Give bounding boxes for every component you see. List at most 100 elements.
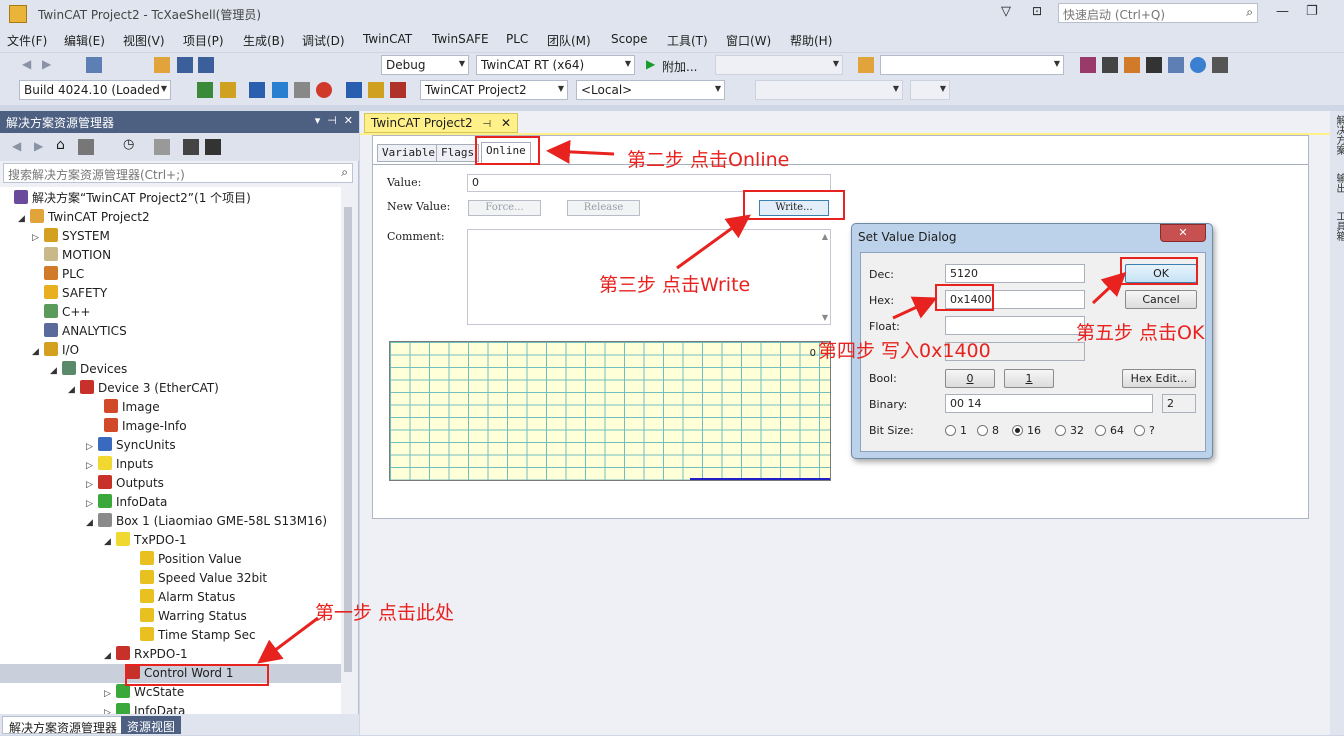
preview-icon[interactable] [205,139,221,155]
cancel-button[interactable]: Cancel [1125,290,1197,309]
target-dropdown[interactable]: <Local> ▼ [576,80,725,100]
start-icon[interactable]: ▶ [646,57,655,71]
tree-item-rxpdo1[interactable]: ◢ RxPDO-1 [104,645,188,664]
tab-resource-view[interactable]: 资源视图 [121,716,182,734]
restart-icon[interactable] [272,82,288,98]
notification-icon[interactable]: ⊡ [1032,4,1042,18]
tool-icon-5[interactable] [1168,57,1184,73]
menu-view[interactable]: 视图(V) [123,32,165,49]
tree-item-analytics[interactable]: ANALYTICS [32,322,127,341]
tree-item-cpp[interactable]: C++ [32,303,91,322]
tree-item-time-stamp[interactable]: Time Stamp Sec [140,626,256,645]
tool-icon-a[interactable] [197,82,213,98]
open-icon[interactable] [154,57,170,73]
document-tab[interactable]: TwinCAT Project2 ⊣ ✕ [364,113,519,133]
solution-search-input[interactable]: 搜索解决方案资源管理器(Ctrl+;) ⌕ [3,163,353,183]
tree-item-image-info[interactable]: Image-Info [104,417,187,436]
tree-item-speed-value[interactable]: Speed Value 32bit [140,569,267,588]
quick-launch-input[interactable]: 快速启动 (Ctrl+Q) ⌕ [1058,3,1258,23]
tool-icon-c[interactable] [368,82,384,98]
tree-item-system[interactable]: ▷ SYSTEM [32,227,110,246]
scroll-down-icon[interactable]: ▼ [822,313,828,322]
tool-icon-d[interactable] [390,82,406,98]
tree-item-box1[interactable]: ◢ Box 1 (Liaomiao GME-58L S13M16) [86,512,327,531]
menu-file[interactable]: 文件(F) [7,32,47,49]
forward-icon[interactable]: ▶ [34,139,43,153]
dock-tab-solution[interactable]: 解决方案 [1332,115,1344,155]
filter-icon[interactable]: ▽ [1001,4,1011,19]
tool-icon-6[interactable] [1190,57,1206,73]
tab-flags[interactable]: Flags [436,144,480,162]
tree-item-plc[interactable]: PLC [32,265,84,284]
bitsize-8-radio[interactable]: 8 [977,424,999,437]
tree-item-syncunits[interactable]: ▷ SyncUnits [86,436,176,455]
tree-item-warring-status[interactable]: Warring Status [140,607,247,626]
activate-config-icon[interactable] [249,82,265,98]
back-icon[interactable]: ◀ [22,57,31,71]
find-combo[interactable]: ▼ [880,55,1064,75]
collapse-icon[interactable] [154,139,170,155]
tree-item-infodata[interactable]: ▷ InfoData [86,493,167,512]
tree-item-devices[interactable]: ◢ Devices [50,360,127,379]
debug-target-dropdown[interactable]: ▼ [715,55,843,75]
tree-item-outputs[interactable]: ▷ Outputs [86,474,164,493]
menu-tools[interactable]: 工具(T) [667,32,708,49]
home-icon[interactable]: ⌂ [56,137,65,153]
float-field[interactable] [945,316,1085,335]
menu-edit[interactable]: 编辑(E) [64,32,105,49]
release-button[interactable]: Release [567,200,640,216]
dec-field[interactable]: 5120 [945,264,1085,283]
binary-field[interactable]: 00 14 [945,394,1153,413]
force-button[interactable]: Force... [468,200,541,216]
bitsize-1-radio[interactable]: 1 [945,424,967,437]
disabled-dropdown-2[interactable]: ▼ [910,80,950,100]
menu-project[interactable]: 项目(P) [183,32,224,49]
menu-plc[interactable]: PLC [506,32,528,46]
tree-item-inputs[interactable]: ▷ Inputs [86,455,153,474]
config-dropdown[interactable]: Debug ▼ [381,55,469,75]
menu-scope[interactable]: Scope [611,32,648,46]
tab-solution-explorer[interactable]: 解决方案资源管理器 [2,716,125,735]
menu-help[interactable]: 帮助(H) [790,32,832,49]
config-mode-icon[interactable] [294,82,310,98]
target-icon[interactable] [316,82,332,98]
tree-item-alarm-status[interactable]: Alarm Status [140,588,235,607]
bitsize-unknown-radio[interactable]: ? [1134,424,1155,437]
disabled-dropdown-1[interactable]: ▼ [755,80,903,100]
bitsize-16-radio[interactable]: 16 [1012,424,1041,437]
maximize-button[interactable]: ❐ [1306,4,1318,19]
tree-item-device3[interactable]: ◢ Device 3 (EtherCAT) [68,379,219,398]
hex-edit-button[interactable]: Hex Edit... [1122,369,1196,388]
bool-0-button[interactable]: 0 [945,369,995,388]
dock-tab-output[interactable]: 输出 [1332,173,1344,193]
forward-icon[interactable]: ▶ [42,57,51,71]
history-icon[interactable]: ◷ [123,137,134,152]
panel-buttons[interactable]: ▾ ⊣ ✕ [315,114,353,127]
scroll-up-icon[interactable]: ▲ [822,232,828,241]
properties-wrench-icon[interactable] [183,139,199,155]
tree-item-motion[interactable]: MOTION [32,246,111,265]
tool-icon-1[interactable] [1080,57,1096,73]
tool-icon-b[interactable] [220,82,236,98]
tree-item-position-value[interactable]: Position Value [140,550,242,569]
tree-item-project[interactable]: ◢ TwinCAT Project2 [18,208,150,227]
back-icon[interactable]: ◀ [12,139,21,153]
find-icon[interactable] [858,57,874,73]
bitsize-64-radio[interactable]: 64 [1095,424,1124,437]
menu-build[interactable]: 生成(B) [243,32,285,49]
dock-tab-toolbox[interactable]: 工具箱 [1332,211,1344,241]
menu-team[interactable]: 团队(M) [547,32,591,49]
attach-button[interactable]: 附加... [662,58,697,75]
menu-twincat[interactable]: TwinCAT [363,32,412,46]
tool-icon-3[interactable] [1124,57,1140,73]
tree-item-image[interactable]: Image [104,398,160,417]
new-project-icon[interactable] [86,57,102,73]
tree-item-txpdo1[interactable]: ◢ TxPDO-1 [104,531,187,550]
tree-scrollbar[interactable] [341,187,355,715]
save-all-icon[interactable] [198,57,214,73]
dialog-close-button[interactable]: ✕ [1160,224,1206,242]
project-dropdown[interactable]: TwinCAT Project2 ▼ [420,80,568,100]
pin-icon[interactable]: ⊣ [482,119,491,130]
tree-item-safety[interactable]: SAFETY [32,284,107,303]
tab-variable[interactable]: Variable [377,144,440,162]
